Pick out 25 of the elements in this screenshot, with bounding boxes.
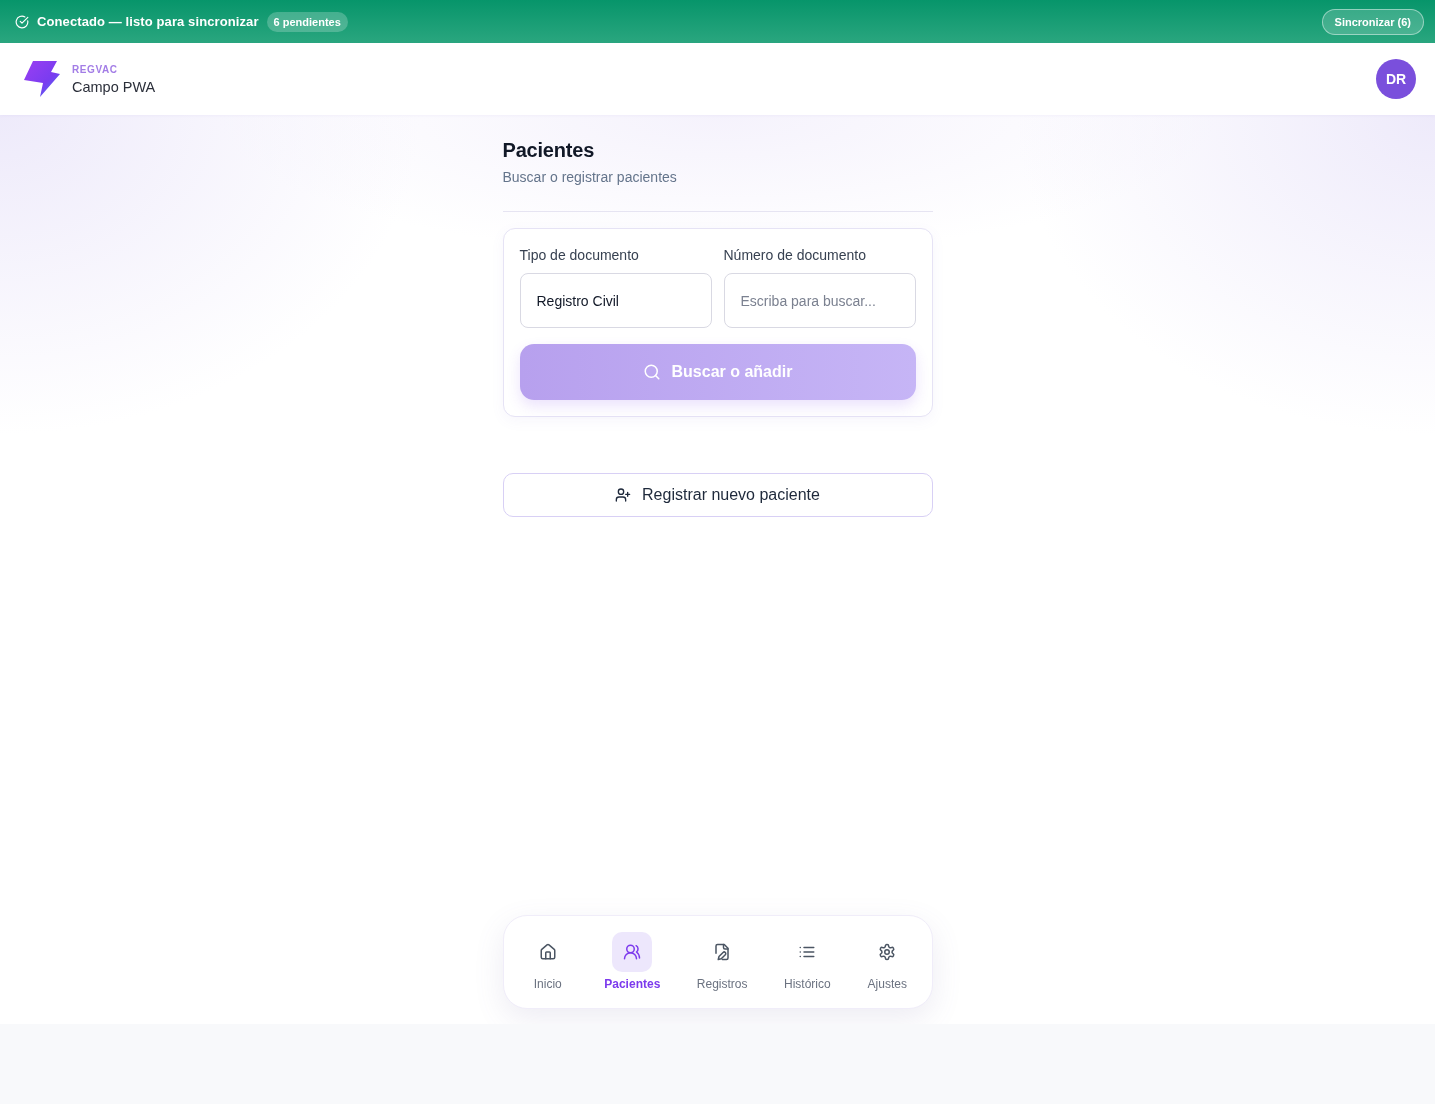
settings-icon	[878, 943, 897, 961]
lightning-bolt-logo-icon	[24, 61, 60, 97]
nav-tab[interactable]: Ajustes	[863, 932, 912, 992]
user-plus-icon	[615, 487, 632, 503]
page-subtitle: Buscar o registrar pacientes	[502, 168, 678, 186]
page-title: Pacientes	[502, 138, 596, 162]
connection-status-text: Conectado — listo para sincronizar	[37, 14, 259, 29]
app-name: Campo PWA	[72, 78, 156, 95]
brand-name: REGVAC	[72, 63, 119, 75]
nav-tab[interactable]: Pacientes	[600, 932, 665, 992]
search-icon	[642, 363, 661, 381]
nav-tab[interactable]: Registros	[692, 932, 752, 992]
file-pen-icon	[713, 943, 732, 961]
home-icon	[538, 943, 557, 961]
nav-tab[interactable]: Histórico	[780, 932, 835, 992]
field-label: Tipo de documento	[519, 246, 640, 264]
document-number-field[interactable]: Escriba para buscar...	[723, 273, 916, 328]
sync-button[interactable]: Sincronizar (6)	[1321, 8, 1424, 35]
field-label: Número de documento	[723, 246, 867, 264]
pending-count-badge: 6 pendientes	[266, 11, 348, 32]
user-avatar[interactable]: DR	[1376, 59, 1416, 99]
users-icon	[612, 932, 653, 972]
document-type-select[interactable]: Registro Civil	[519, 273, 712, 328]
register-patient-button[interactable]: Registrar nuevo paciente	[502, 473, 933, 517]
nav-tab[interactable]: Inicio	[523, 932, 572, 992]
